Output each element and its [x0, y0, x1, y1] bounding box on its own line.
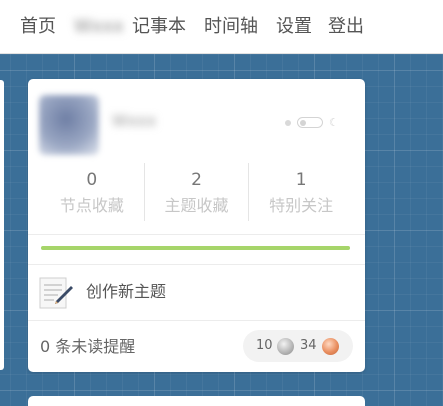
avatar[interactable]	[39, 95, 99, 155]
notification-row: 0 条未读提醒 10 34	[28, 321, 365, 371]
create-topic-button[interactable]: 创作新主题	[28, 265, 365, 319]
stat-special-follows[interactable]: 1 特别关注	[248, 163, 353, 221]
stat-value: 2	[191, 170, 202, 190]
create-topic-label: 创作新主题	[86, 282, 167, 301]
stat-node-favorites[interactable]: 0 节点收藏	[40, 163, 144, 221]
next-panel-edge	[28, 396, 365, 406]
bronze-count: 34	[300, 338, 317, 353]
stats-row: 0 节点收藏 2 主题收藏 1 特别关注	[40, 163, 353, 221]
balance-badge[interactable]: 10 34	[243, 330, 353, 362]
nav-home-link[interactable]: 首页	[20, 15, 56, 39]
nav-logout-link[interactable]: 登出	[328, 15, 364, 39]
top-navigation: 首页 Wxxx 记事本 时间轴 设置 登出	[0, 0, 443, 54]
sidebar-edge	[0, 80, 4, 370]
nav-timeline-link[interactable]: 时间轴	[204, 15, 258, 39]
unread-notifications-link[interactable]: 0 条未读提醒	[40, 335, 135, 359]
stat-topic-favorites[interactable]: 2 主题收藏	[143, 163, 249, 221]
nav-settings-link[interactable]: 设置	[276, 15, 312, 39]
silver-coin-icon	[277, 338, 294, 355]
stat-label: 节点收藏	[59, 196, 124, 215]
nav-notepad-link[interactable]: 记事本	[132, 15, 186, 39]
silver-count: 10	[256, 338, 273, 353]
bronze-coin-icon	[322, 338, 339, 355]
user-panel: Wxxx ☾ 0 节点收藏 2 主题收藏 1 特别关注 创作新主题 0 条未读提…	[28, 79, 365, 372]
stat-value: 1	[295, 170, 307, 190]
toggle-switch[interactable]	[297, 117, 323, 128]
notepad-pencil-icon	[39, 277, 73, 309]
username[interactable]: Wxxx	[112, 111, 156, 130]
stat-label: 主题收藏	[164, 196, 229, 215]
stat-label: 特别关注	[269, 196, 334, 215]
nav-user-link[interactable]: Wxxx	[74, 15, 124, 39]
moon-icon: ☾	[329, 116, 339, 129]
sun-icon	[285, 120, 291, 126]
divider	[28, 234, 365, 235]
theme-toggle[interactable]: ☾	[285, 116, 341, 130]
stat-value: 0	[86, 170, 98, 190]
progress-fill	[41, 246, 350, 250]
progress-bar	[41, 246, 350, 250]
toggle-knob	[300, 119, 306, 126]
